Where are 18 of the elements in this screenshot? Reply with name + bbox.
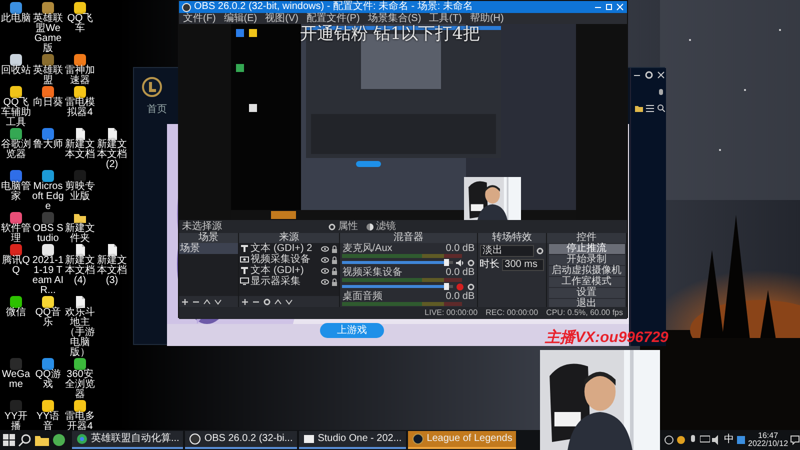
logo-icon — [412, 433, 424, 445]
folder-icon[interactable] — [34, 433, 50, 447]
clock-time[interactable]: 16:47 — [758, 432, 778, 440]
input-method-indicator[interactable]: 中 — [724, 435, 734, 445]
mic-icon[interactable] — [688, 435, 698, 445]
taskbar-item[interactable]: Studio One - 202... — [298, 431, 406, 449]
browser-icon — [76, 433, 88, 445]
clock-date[interactable]: 2022/10/12 — [748, 440, 788, 448]
obs-logo-icon — [189, 433, 202, 445]
taskbar-item[interactable]: OBS 26.0.2 (32-bi... — [185, 431, 297, 449]
search-icon[interactable] — [18, 433, 32, 447]
network-icon[interactable] — [700, 435, 710, 445]
notification-icon[interactable] — [790, 435, 800, 445]
start-icon[interactable] — [2, 433, 16, 447]
taskbar-item[interactable]: 英雄联盟自动化算... — [72, 431, 184, 449]
app-icon[interactable] — [52, 433, 66, 447]
tray-icon[interactable] — [736, 435, 746, 445]
window-icon — [302, 433, 315, 445]
